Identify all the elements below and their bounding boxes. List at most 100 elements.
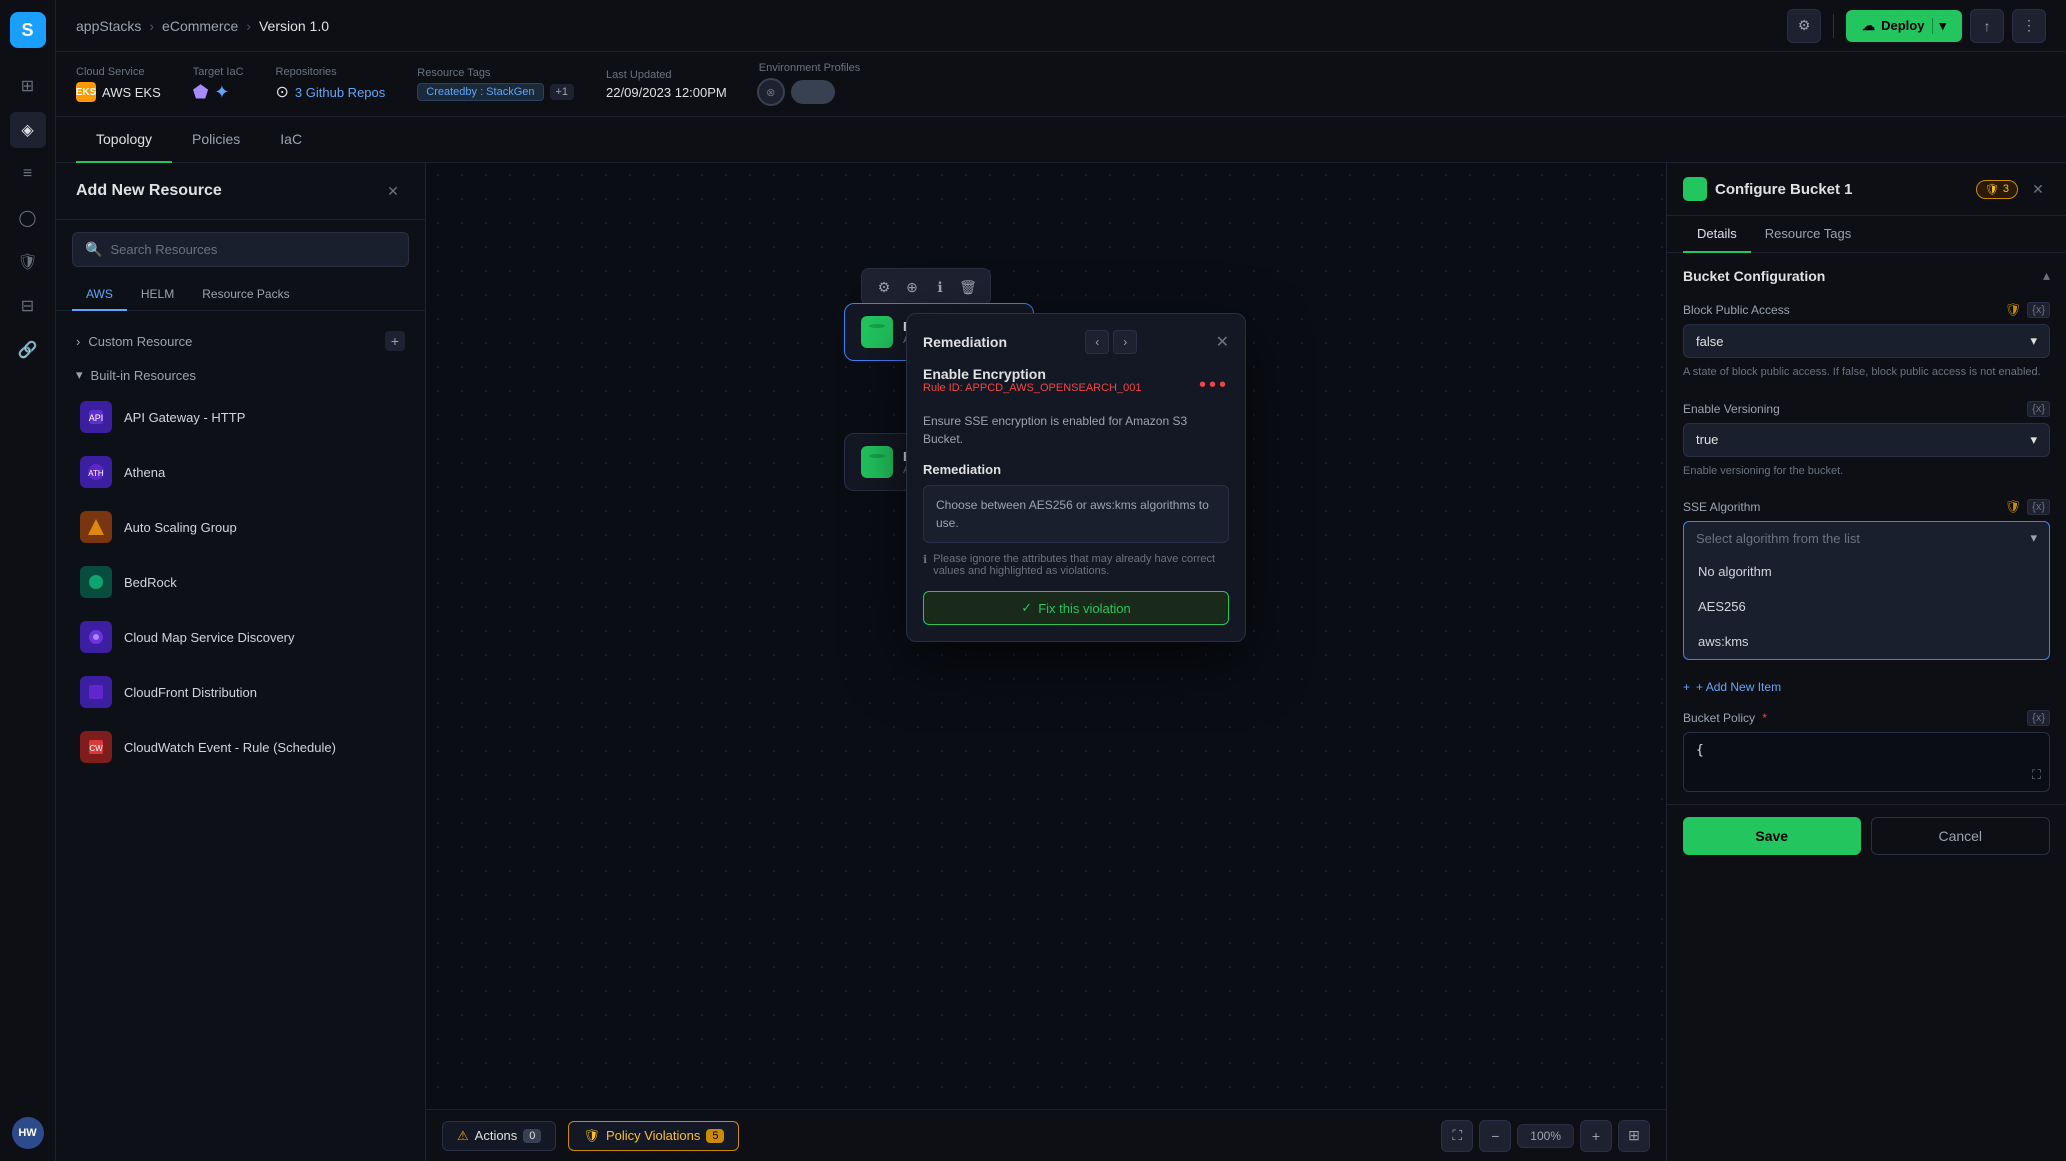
env-toggle[interactable]	[791, 80, 835, 104]
settings-button[interactable]: ⚙	[1787, 9, 1821, 43]
repositories-value[interactable]: ⊙ 3 Github Repos	[276, 82, 386, 102]
breadcrumb-ecommerce[interactable]: eCommerce	[162, 18, 238, 34]
enable-versioning-select[interactable]: true ▾	[1683, 423, 2050, 457]
tab-iac[interactable]: IaC	[260, 117, 322, 163]
x-icon-2[interactable]: {x}	[2027, 401, 2050, 417]
nav-dashboard[interactable]: ⊞	[10, 68, 46, 104]
cloud-service-label: Cloud Service	[76, 66, 161, 78]
policy-violations-button[interactable]: 🛡 Policy Violations 5	[568, 1121, 739, 1151]
list-item[interactable]: BedRock	[68, 556, 413, 608]
tab-helm[interactable]: HELM	[127, 279, 188, 311]
target-iac-label: Target IaC	[193, 66, 244, 78]
sse-dropdown-input[interactable]: Select algorithm from the list ▾	[1683, 521, 2050, 554]
built-in-label: Built-in Resources	[91, 368, 197, 383]
toolbar-info-button[interactable]: ℹ	[928, 275, 952, 299]
block-public-access-select[interactable]: false ▾	[1683, 324, 2050, 358]
custom-resource-add[interactable]: +	[385, 331, 405, 351]
sse-option-no-algorithm[interactable]: No algorithm	[1684, 554, 2049, 589]
search-input[interactable]	[110, 242, 396, 257]
nav-shield[interactable]: 🛡	[10, 244, 46, 280]
deploy-button[interactable]: ☁ Deploy ▾	[1846, 10, 1962, 42]
tag-badge-main[interactable]: Createdby : StackGen	[417, 83, 543, 101]
actions-button[interactable]: ⚠ Actions 0	[442, 1121, 556, 1151]
resource-list: › Custom Resource + ▾ Built-in Resources…	[56, 315, 425, 1161]
tag-plus-badge[interactable]: +1	[550, 84, 575, 100]
config-tab-details[interactable]: Details	[1683, 216, 1751, 253]
env-profiles-label: Environment Profiles	[759, 62, 861, 74]
breadcrumb-appstacks[interactable]: appStacks	[76, 18, 141, 34]
toolbar-delete-button[interactable]: 🗑	[956, 275, 980, 299]
save-button[interactable]: Save	[1683, 817, 1861, 855]
fix-violation-button[interactable]: ✓ Fix this violation	[923, 591, 1229, 625]
list-item[interactable]: Cloud Map Service Discovery	[68, 611, 413, 663]
deploy-cloud-icon: ☁	[1862, 18, 1875, 34]
cancel-button[interactable]: Cancel	[1871, 817, 2051, 855]
app-logo[interactable]: S	[10, 12, 46, 48]
shield-badge-icon: 🛡	[1985, 183, 1999, 196]
violation-dots[interactable]: •••	[1199, 374, 1229, 397]
svg-text:CW: CW	[89, 744, 103, 753]
cloud-service-name: AWS EKS	[102, 85, 161, 100]
toolbar-copy-button[interactable]: ⊕	[900, 275, 924, 299]
custom-resource-group[interactable]: › Custom Resource +	[68, 323, 413, 359]
toolbar-settings-button[interactable]: ⚙	[872, 275, 896, 299]
target-iac-value[interactable]: ⬟ ✦	[193, 82, 244, 103]
x-icon-4[interactable]: {x}	[2027, 710, 2050, 726]
deploy-dropdown-arrow[interactable]: ▾	[1932, 18, 1946, 34]
user-avatar[interactable]: HW	[12, 1117, 44, 1149]
block-public-access-field: Block Public Access 🛡 {x} false ▾ A stat…	[1667, 294, 2066, 393]
panel-close-button[interactable]: ✕	[381, 179, 405, 203]
config-close-button[interactable]: ✕	[2026, 177, 2050, 201]
fullscreen-button[interactable]: ⊞	[1618, 1120, 1650, 1152]
list-item[interactable]: ATH Athena	[68, 446, 413, 498]
resource-type-tabs: AWS HELM Resource Packs	[56, 279, 425, 311]
more-button[interactable]: ⋮	[2012, 9, 2046, 43]
fit-view-button[interactable]: ⛶	[1441, 1120, 1473, 1152]
add-new-item-button[interactable]: + + Add New Item	[1667, 672, 2066, 702]
nav-link[interactable]: 🔗	[10, 332, 46, 368]
nav-topology[interactable]: ◈	[10, 112, 46, 148]
expand-icon[interactable]: ⛶	[2032, 768, 2041, 783]
cloudfront-name: CloudFront Distribution	[124, 685, 257, 700]
config-tabs: Details Resource Tags	[1667, 216, 2066, 253]
tab-policies[interactable]: Policies	[172, 117, 260, 163]
section-collapse-icon[interactable]: ▴	[2043, 267, 2050, 284]
sse-option-aes256[interactable]: AES256	[1684, 589, 2049, 624]
canvas-controls: ⛶ − 100% + ⊞	[1441, 1120, 1650, 1152]
zoom-in-button[interactable]: +	[1580, 1120, 1612, 1152]
zoom-out-button[interactable]: −	[1479, 1120, 1511, 1152]
env-profiles-toggle[interactable]: ⊗	[759, 78, 861, 106]
repo-link[interactable]: 3 Github Repos	[295, 85, 385, 100]
nav-circle[interactable]: ◯	[10, 200, 46, 236]
sse-algorithm-label-text: SSE Algorithm	[1683, 500, 1760, 514]
list-item[interactable]: CW CloudWatch Event - Rule (Schedule)	[68, 721, 413, 773]
popup-description: Ensure SSE encryption is enabled for Ama…	[923, 412, 1229, 448]
nav-layers[interactable]: ≡	[10, 156, 46, 192]
sse-option-awskms[interactable]: aws:kms	[1684, 624, 2049, 659]
share-button[interactable]: ↑	[1970, 9, 2004, 43]
tab-resource-packs[interactable]: Resource Packs	[188, 279, 303, 311]
deploy-label: Deploy	[1881, 18, 1924, 33]
repositories-label: Repositories	[276, 66, 386, 78]
list-item[interactable]: API API Gateway - HTTP	[68, 391, 413, 443]
nav-bank[interactable]: ⊟	[10, 288, 46, 324]
list-item[interactable]: Auto Scaling Group	[68, 501, 413, 553]
config-tab-resource-tags[interactable]: Resource Tags	[1751, 216, 1865, 253]
tab-aws[interactable]: AWS	[72, 279, 127, 311]
x-icon-3[interactable]: {x}	[2027, 499, 2050, 515]
list-item[interactable]: CloudFront Distribution	[68, 666, 413, 718]
zoom-level: 100%	[1517, 1124, 1574, 1148]
popup-close-button[interactable]: ✕	[1216, 332, 1229, 352]
field-icons: 🛡 {x}	[2005, 302, 2050, 318]
policy-editor[interactable]: { ⛶	[1683, 732, 2050, 792]
athena-icon: ATH	[80, 456, 112, 488]
breadcrumb-sep2: ›	[246, 18, 251, 34]
env-toggle-icon[interactable]: ⊗	[757, 78, 785, 106]
popup-prev-button[interactable]: ‹	[1085, 330, 1109, 354]
popup-next-button[interactable]: ›	[1113, 330, 1137, 354]
built-in-resource-group[interactable]: ▾ Built-in Resources	[68, 359, 413, 391]
x-icon[interactable]: {x}	[2027, 302, 2050, 318]
tab-topology[interactable]: Topology	[76, 117, 172, 163]
policy-violations-label: Policy Violations	[606, 1128, 700, 1143]
github-icon: ⊙	[276, 82, 289, 102]
